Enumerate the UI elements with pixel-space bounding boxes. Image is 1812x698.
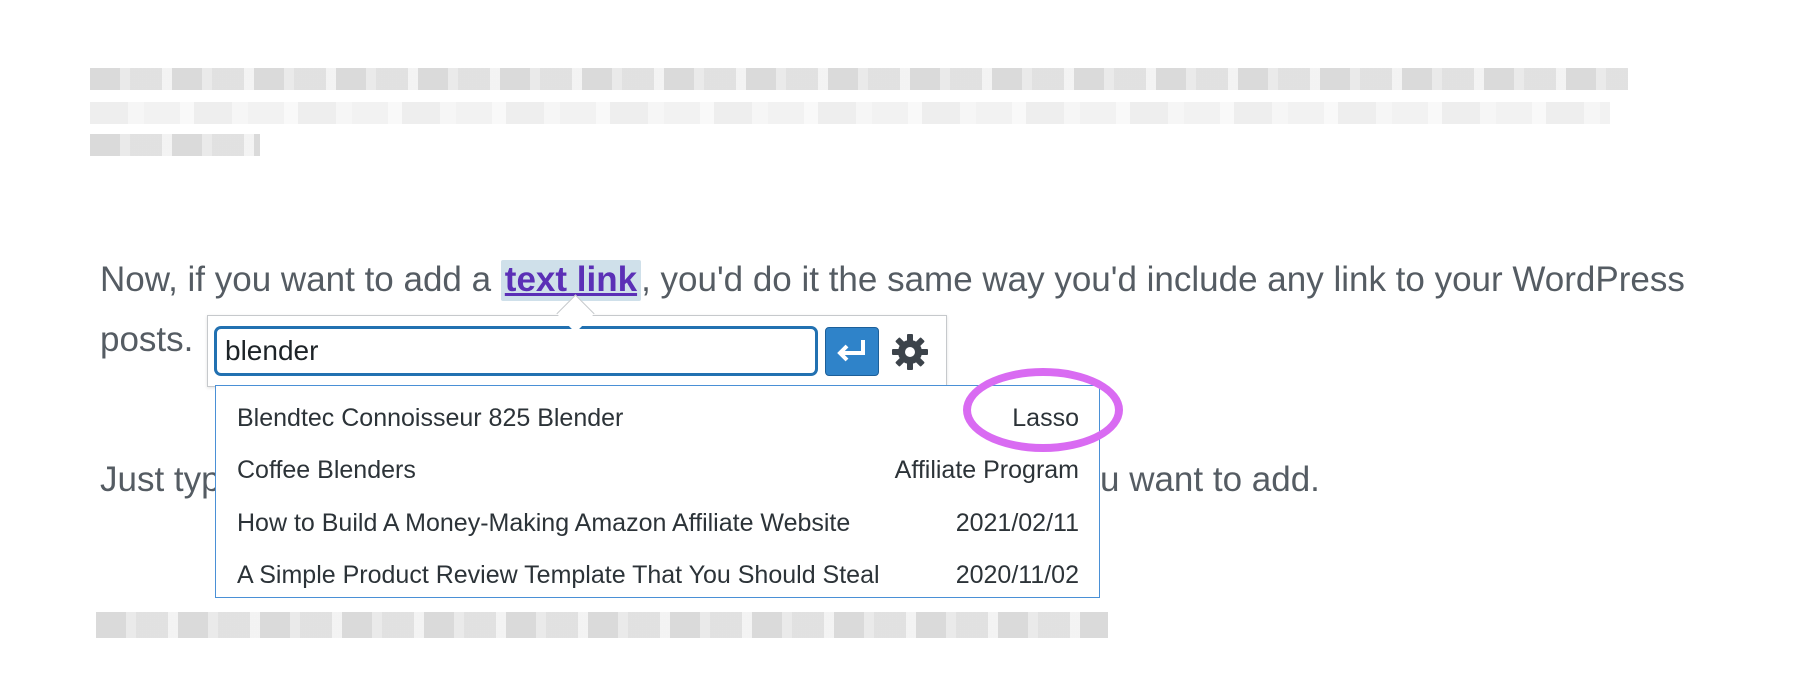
selected-text-link[interactable]: text link: [500, 260, 642, 301]
link-url-input[interactable]: [215, 327, 817, 375]
suggestion-meta: 2021/02/11: [955, 508, 1079, 537]
link-suggestions-list: Blendtec Connoisseur 825 Blender Lasso C…: [215, 385, 1100, 598]
paragraph-text: Now, if you want to add a: [100, 260, 501, 299]
blurred-text-line: [90, 102, 1610, 124]
blurred-text-line: [90, 134, 260, 156]
blurred-text-line: [90, 68, 1628, 90]
suggestion-title: How to Build A Money-Making Amazon Affil…: [237, 508, 851, 537]
suggestion-title: Coffee Blenders: [237, 456, 416, 485]
suggestion-meta: 2020/11/02: [955, 561, 1079, 590]
suggestion-title: Blendtec Connoisseur 825 Blender: [237, 403, 624, 432]
paragraph-text: , you'd do it the same way you'd include…: [641, 260, 1685, 299]
paragraph-text: Just typ: [100, 460, 221, 499]
apply-link-button[interactable]: [825, 327, 879, 376]
suggestion-meta: Lasso: [1012, 403, 1079, 432]
return-arrow-icon: [837, 339, 865, 361]
suggestion-item[interactable]: Blendtec Connoisseur 825 Blender Lasso: [216, 392, 1099, 445]
link-settings-button[interactable]: [888, 330, 932, 374]
suggestion-meta: Affiliate Program: [894, 456, 1079, 485]
paragraph-text-line2: posts.: [100, 320, 194, 359]
suggestion-item[interactable]: How to Build A Money-Making Amazon Affil…: [216, 497, 1099, 550]
suggestion-item[interactable]: Coffee Blenders Affiliate Program: [216, 445, 1099, 498]
blurred-text-line: [96, 612, 1108, 638]
paragraph-just-type-end: u want to add.: [1100, 460, 1320, 499]
suggestion-item[interactable]: A Simple Product Review Template That Yo…: [216, 550, 1099, 603]
gear-icon: [892, 334, 928, 370]
paragraph-text-link: Now, if you want to add a text link, you…: [100, 250, 1685, 310]
suggestion-title: A Simple Product Review Template That Yo…: [237, 561, 880, 590]
paragraph-just-type: Just typ: [100, 450, 221, 510]
